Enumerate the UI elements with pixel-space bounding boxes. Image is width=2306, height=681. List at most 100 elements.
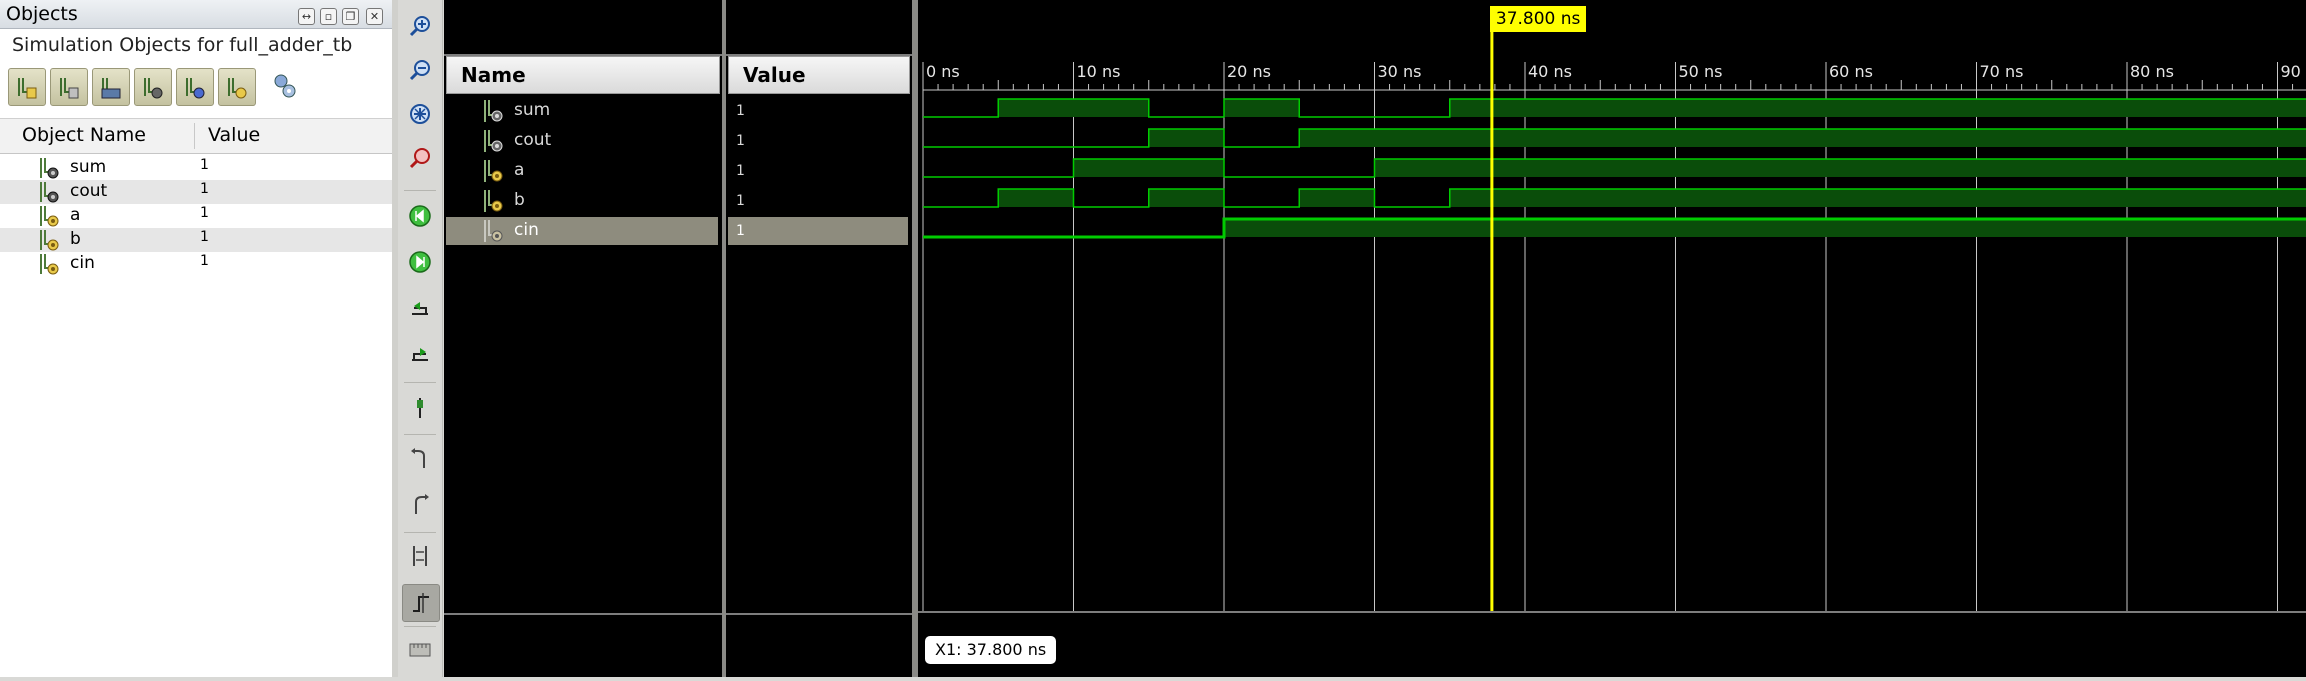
object-name: b [70, 229, 81, 249]
ruler-label: 70 ns [1980, 62, 2024, 81]
objects-titlebar: Objects ↔ ▫ ❐ ✕ [0, 0, 392, 29]
ruler-label: 90 ns [2281, 62, 2306, 81]
output-signal-icon [482, 98, 506, 129]
cursor-readout: X1: 37.800 ns [925, 636, 1056, 664]
input-signal-icon [482, 188, 506, 219]
zoom-out-icon[interactable] [402, 52, 438, 88]
wave-value-row[interactable]: 1 [728, 157, 908, 185]
wave-signal-row[interactable]: b [446, 187, 718, 215]
swap-cursors-icon[interactable] [402, 538, 438, 574]
objects-row[interactable]: sum 1 [0, 156, 392, 180]
ruler-label: 50 ns [1679, 62, 1723, 81]
input-signal-icon [482, 218, 506, 249]
wave-names-pane: Name sum cout a b cin [444, 0, 722, 677]
wave-values-pane: Value 1 1 1 1 1 [726, 0, 912, 677]
ruler-label: 10 ns [1077, 62, 1121, 81]
object-value: 1 [200, 253, 209, 269]
waveforms [923, 99, 2306, 237]
object-value: 1 [200, 229, 209, 245]
ruler-label: 30 ns [1378, 62, 1422, 81]
names-column-header[interactable]: Name [446, 56, 720, 94]
wave-signal-row[interactable]: cout [446, 127, 718, 155]
wave-signal-name: cin [514, 220, 539, 240]
wave-signal-value: 1 [736, 193, 745, 209]
wave-signal-row-selected[interactable]: cin [446, 217, 718, 245]
wave-high-fill [998, 189, 1073, 207]
wave-high-fill [1450, 189, 2306, 207]
zoom-in-icon[interactable] [402, 8, 438, 44]
ruler-label: 40 ns [1528, 62, 1572, 81]
objects-toolbar [8, 68, 388, 108]
wave-toolbar [398, 0, 443, 677]
next-transition-icon[interactable] [402, 336, 438, 372]
restore-icon[interactable]: ↔ [298, 8, 315, 25]
wave-signal-name: a [514, 160, 524, 180]
input-filter-icon[interactable] [8, 68, 46, 106]
objects-row[interactable]: cout 1 [0, 180, 392, 204]
objects-row[interactable]: b 1 [0, 228, 392, 252]
ruler-label: 80 ns [2130, 62, 2174, 81]
zoom-fit-icon[interactable] [402, 96, 438, 132]
zoom-cursor-icon[interactable] [402, 140, 438, 176]
object-value: 1 [200, 157, 209, 173]
wave-signal-name: sum [514, 100, 550, 120]
ruler-label: 20 ns [1227, 62, 1271, 81]
previous-marker-icon[interactable] [402, 440, 438, 476]
wave-signal-value: 1 [736, 163, 745, 179]
objects-column-name[interactable]: Object Name [22, 124, 146, 146]
wave-signal-name: cout [514, 130, 551, 150]
wave-value-row-selected[interactable]: 1 [728, 217, 908, 245]
input-signal-icon [38, 252, 62, 281]
wave-value-row[interactable]: 1 [728, 127, 908, 155]
variable-filter-icon[interactable] [218, 68, 256, 106]
object-value: 1 [200, 205, 209, 221]
waveform-pane[interactable]: 0 ns 10 ns 20 ns 30 ns 40 ns 50 ns 60 ns 70 ns 8… [918, 0, 2306, 677]
object-name: a [70, 205, 80, 225]
maximize-icon[interactable]: ❐ [342, 8, 359, 25]
wave-signal-value: 1 [736, 133, 745, 149]
wave-value-row[interactable]: 1 [728, 97, 908, 125]
objects-panel: Objects ↔ ▫ ❐ ✕ Simulation Objects for f… [0, 0, 393, 677]
constant-filter-icon[interactable] [176, 68, 214, 106]
object-name: cout [70, 181, 107, 201]
input-signal-icon [482, 158, 506, 189]
wave-signal-row[interactable]: a [446, 157, 718, 185]
wave-value-row[interactable]: 1 [728, 187, 908, 215]
wave-high-fill [1450, 99, 2306, 117]
cursor-time-flag[interactable]: 37.800 ns [1490, 6, 1587, 32]
snap-to-transition-icon[interactable] [402, 584, 440, 622]
wave-high-fill [1299, 129, 2306, 147]
add-marker-icon[interactable] [402, 390, 438, 426]
output-signal-icon [482, 128, 506, 159]
ruler-label: 0 ns [926, 62, 960, 81]
minimize-icon[interactable]: ▫ [320, 8, 337, 25]
values-header-label: Value [743, 63, 806, 87]
objects-row[interactable]: a 1 [0, 204, 392, 228]
bidirectional-filter-icon[interactable] [92, 68, 130, 106]
objects-table-header: Object Name Value [0, 118, 392, 154]
objects-subtitle: Simulation Objects for full_adder_tb [12, 34, 352, 56]
settings-icon[interactable] [272, 72, 296, 100]
close-icon[interactable]: ✕ [366, 8, 383, 25]
output-filter-icon[interactable] [50, 68, 88, 106]
wave-signal-value: 1 [736, 103, 745, 119]
waveform-canvas[interactable]: 0 ns 10 ns 20 ns 30 ns 40 ns 50 ns 60 ns 70 ns 8… [918, 0, 2306, 677]
go-to-start-icon[interactable] [402, 198, 438, 234]
wave-high-fill [1224, 99, 1299, 117]
go-to-end-icon[interactable] [402, 244, 438, 280]
names-header-label: Name [461, 63, 526, 87]
wave-signal-name: b [514, 190, 525, 210]
object-name: sum [70, 157, 106, 177]
wave-high-fill [1074, 159, 1225, 177]
internal-filter-icon[interactable] [134, 68, 172, 106]
wave-signal-row[interactable]: sum [446, 97, 718, 125]
wave-high-fill [1299, 189, 1374, 207]
float-ruler-icon[interactable] [402, 632, 438, 668]
ruler-label: 60 ns [1829, 62, 1873, 81]
previous-transition-icon[interactable] [402, 290, 438, 326]
objects-column-value[interactable]: Value [208, 124, 260, 146]
next-marker-icon[interactable] [402, 486, 438, 522]
values-column-header[interactable]: Value [728, 56, 910, 94]
wave-signal-value: 1 [736, 223, 745, 239]
objects-row[interactable]: cin 1 [0, 252, 392, 276]
